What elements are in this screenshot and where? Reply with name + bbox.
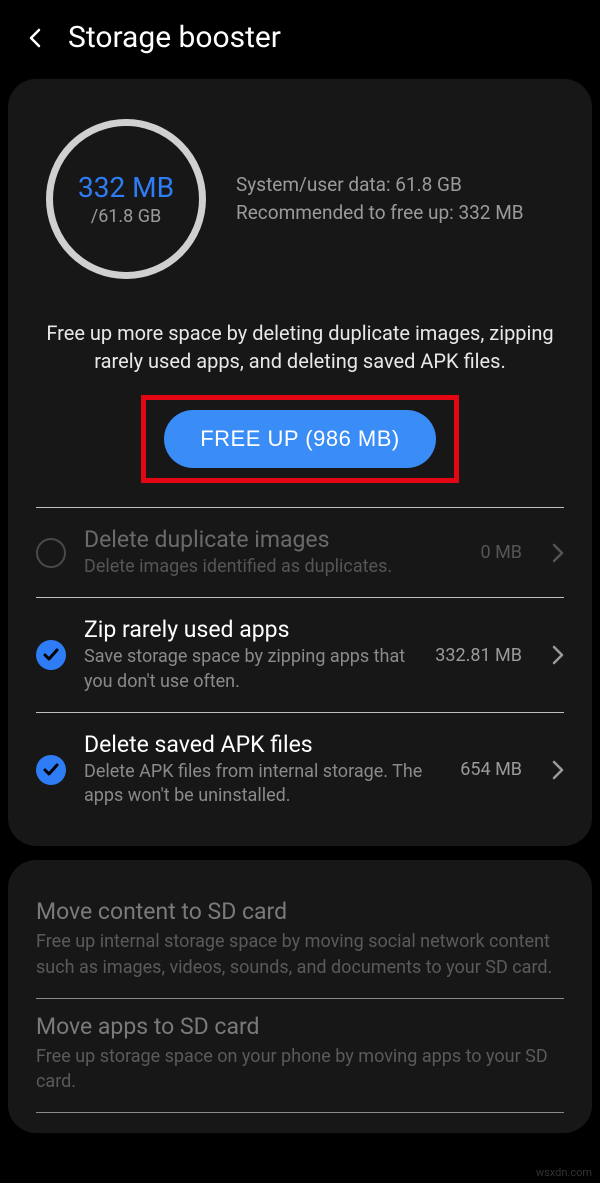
chevron-right-icon — [552, 645, 564, 665]
sd-title: Move apps to SD card — [36, 1013, 564, 1040]
chevron-right-icon — [552, 543, 564, 563]
gauge-info: System/user data: 61.8 GB Recommended to… — [236, 171, 524, 226]
option-body: Zip rarely used apps Save storage space … — [84, 616, 417, 694]
recommended-line: Recommended to free up: 332 MB — [236, 199, 524, 227]
option-body: Delete saved APK files Delete APK files … — [84, 731, 442, 809]
option-title: Delete duplicate images — [84, 526, 462, 553]
free-up-button[interactable]: FREE UP (986 MB) — [164, 410, 436, 468]
option-sub: Delete APK files from internal storage. … — [84, 760, 442, 809]
sd-card-section: Move content to SD card Free up internal… — [8, 860, 592, 1133]
option-body: Delete duplicate images Delete images id… — [84, 526, 462, 579]
chevron-right-icon — [552, 760, 564, 780]
option-delete-duplicates[interactable]: Delete duplicate images Delete images id… — [36, 508, 564, 597]
watermark: wsxdn.com — [536, 1166, 592, 1179]
option-title: Zip rarely used apps — [84, 616, 417, 643]
option-zip-apps[interactable]: Zip rarely used apps Save storage space … — [36, 598, 564, 712]
storage-gauge: 332 MB /61.8 GB — [46, 119, 206, 279]
page-title: Storage booster — [68, 20, 281, 55]
sd-move-apps[interactable]: Move apps to SD card Free up storage spa… — [36, 999, 564, 1112]
checkbox-unchecked[interactable] — [36, 538, 66, 568]
option-size: 654 MB — [460, 759, 522, 780]
system-data-line: System/user data: 61.8 GB — [236, 171, 524, 199]
option-sub: Delete images identified as duplicates. — [84, 555, 462, 579]
option-size: 332.81 MB — [435, 645, 522, 666]
sd-sub: Free up internal storage space by moving… — [36, 929, 564, 979]
checkbox-checked[interactable] — [36, 640, 66, 670]
checkbox-checked[interactable] — [36, 755, 66, 785]
sd-move-content[interactable]: Move content to SD card Free up internal… — [36, 884, 564, 997]
description-text: Free up more space by deleting duplicate… — [36, 309, 564, 395]
back-icon[interactable] — [24, 26, 48, 50]
check-icon — [42, 761, 60, 779]
highlight-box: FREE UP (986 MB) — [141, 395, 459, 483]
gauge-row: 332 MB /61.8 GB System/user data: 61.8 G… — [36, 109, 564, 309]
sd-sub: Free up storage space on your phone by m… — [36, 1044, 564, 1094]
option-size: 0 MB — [480, 542, 522, 563]
option-delete-apk[interactable]: Delete saved APK files Delete APK files … — [36, 713, 564, 827]
check-icon — [42, 646, 60, 664]
gauge-used: 332 MB — [78, 171, 174, 204]
option-title: Delete saved APK files — [84, 731, 442, 758]
divider — [36, 1112, 564, 1113]
storage-card: 332 MB /61.8 GB System/user data: 61.8 G… — [8, 79, 592, 846]
header: Storage booster — [0, 0, 600, 71]
sd-title: Move content to SD card — [36, 898, 564, 925]
gauge-total: /61.8 GB — [91, 206, 161, 227]
option-sub: Save storage space by zipping apps that … — [84, 645, 417, 694]
